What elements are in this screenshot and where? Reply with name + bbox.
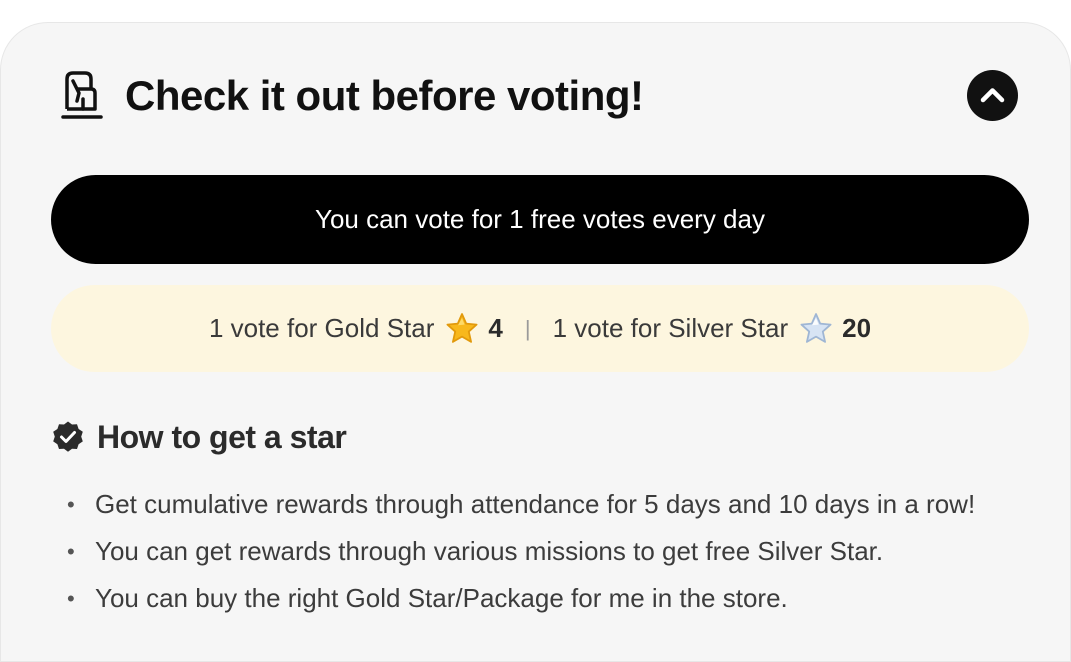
list-item-text: Get cumulative rewards through attendanc… bbox=[95, 489, 976, 519]
chevron-up-icon bbox=[980, 88, 1005, 103]
list-item-text: You can buy the right Gold Star/Package … bbox=[95, 583, 788, 613]
gold-star-rate-label: 1 vote for Gold Star bbox=[208, 313, 435, 343]
voting-info-card: Check it out before voting! You can vote… bbox=[0, 22, 1071, 662]
bullet: • bbox=[67, 539, 75, 564]
verified-badge-icon bbox=[53, 421, 83, 452]
bullet: • bbox=[67, 586, 75, 611]
rate-divider: | bbox=[524, 315, 531, 341]
free-votes-banner[interactable]: You can vote for 1 free votes every day bbox=[51, 175, 1029, 264]
how-to-list: • Get cumulative rewards through attenda… bbox=[67, 481, 975, 622]
list-item: • Get cumulative rewards through attenda… bbox=[67, 481, 975, 528]
vote-hand-icon bbox=[61, 71, 103, 119]
silver-star-rate-label: 1 vote for Silver Star bbox=[552, 313, 789, 343]
list-item-text: You can get rewards through various miss… bbox=[95, 536, 884, 566]
gold-star-icon bbox=[446, 312, 478, 343]
how-to-section-header: How to get a star bbox=[51, 415, 347, 459]
list-item: • You can get rewards through various mi… bbox=[67, 528, 975, 575]
card-header: Check it out before voting! bbox=[57, 69, 1019, 123]
silver-star-icon bbox=[800, 312, 832, 343]
gold-star-count: 4 bbox=[488, 313, 503, 343]
list-item: • You can buy the right Gold Star/Packag… bbox=[67, 575, 975, 622]
vote-rate-info: 1 vote for Gold Star 4 | 1 vote for Silv… bbox=[51, 285, 1029, 372]
bullet: • bbox=[67, 492, 75, 517]
how-to-title: How to get a star bbox=[97, 418, 347, 455]
page-title: Check it out before voting! bbox=[125, 72, 644, 119]
collapse-button[interactable] bbox=[967, 70, 1018, 121]
silver-star-count: 20 bbox=[842, 313, 872, 343]
